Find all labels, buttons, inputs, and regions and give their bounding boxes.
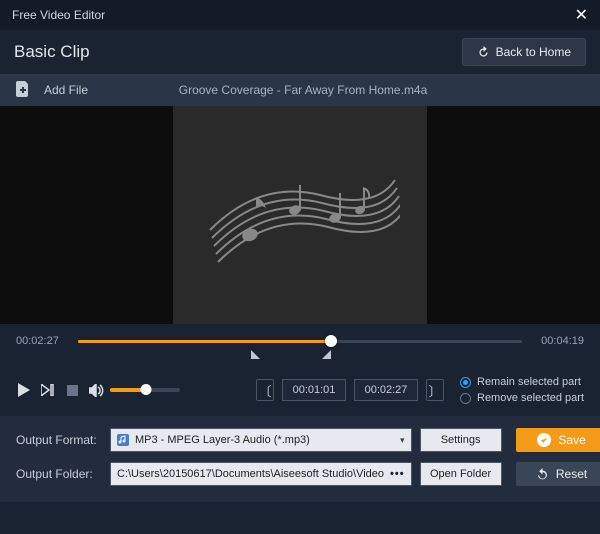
back-arrow-icon <box>477 46 490 59</box>
save-button[interactable]: Save <box>516 428 600 452</box>
current-filename: Groove Coverage - Far Away From Home.m4a <box>102 83 584 97</box>
clip-markers <box>78 350 522 364</box>
clip-start-marker[interactable] <box>251 350 260 359</box>
format-value: MP3 - MPEG Layer-3 Audio (*.mp3) <box>135 434 310 446</box>
output-folder-label: Output Folder: <box>16 467 102 481</box>
out-time-field[interactable]: 00:02:27 <box>354 379 418 401</box>
titlebar: Free Video Editor ✕ <box>0 0 600 30</box>
album-art <box>173 106 427 324</box>
radio-icon <box>460 393 471 404</box>
output-folder-field[interactable]: C:\Users\20150617\Documents\Aiseesoft St… <box>110 462 412 486</box>
remove-selected-radio[interactable]: Remove selected part <box>460 392 584 404</box>
page-title: Basic Clip <box>14 42 90 62</box>
add-file-icon[interactable] <box>16 81 30 100</box>
playback-controls: 〔 00:01:01 00:02:27 〕 Remain selected pa… <box>0 368 600 416</box>
header: Basic Clip Back to Home <box>0 30 600 74</box>
back-button-label: Back to Home <box>496 45 571 59</box>
check-icon <box>537 433 551 447</box>
output-format-label: Output Format: <box>16 433 102 447</box>
set-out-point-button[interactable]: 〕 <box>426 379 444 401</box>
remove-label: Remove selected part <box>477 392 584 404</box>
output-panel: Output Format: MP3 - MPEG Layer-3 Audio … <box>0 416 600 502</box>
in-time-field[interactable]: 00:01:01 <box>282 379 346 401</box>
browse-button[interactable]: ••• <box>390 468 405 480</box>
settings-button[interactable]: Settings <box>420 428 502 452</box>
reset-icon <box>536 468 549 481</box>
filebar: Add File Groove Coverage - Far Away From… <box>0 74 600 106</box>
time-total: 00:04:19 <box>532 335 584 347</box>
remain-label: Remain selected part <box>477 376 581 388</box>
save-label: Save <box>558 433 585 447</box>
timeline: 00:02:27 00:04:19 <box>0 324 600 368</box>
volume-slider[interactable] <box>110 388 180 392</box>
output-format-select[interactable]: MP3 - MPEG Layer-3 Audio (*.mp3) ▾ <box>110 428 412 452</box>
step-button[interactable] <box>40 382 56 398</box>
radio-icon <box>460 377 471 388</box>
clip-end-marker[interactable] <box>322 350 331 359</box>
add-file-label[interactable]: Add File <box>44 83 88 97</box>
preview-area <box>0 106 600 324</box>
remain-selected-radio[interactable]: Remain selected part <box>460 376 584 388</box>
folder-value: C:\Users\20150617\Documents\Aiseesoft St… <box>117 468 384 480</box>
close-icon[interactable]: ✕ <box>575 5 588 25</box>
music-notes-icon <box>200 140 400 290</box>
chevron-down-icon: ▾ <box>400 435 405 446</box>
stop-button[interactable] <box>64 382 80 398</box>
app-title: Free Video Editor <box>12 8 105 22</box>
seek-track[interactable] <box>78 334 522 348</box>
play-button[interactable] <box>16 382 32 398</box>
time-current: 00:02:27 <box>16 335 68 347</box>
back-to-home-button[interactable]: Back to Home <box>462 38 586 66</box>
open-folder-button[interactable]: Open Folder <box>420 462 502 486</box>
reset-label: Reset <box>556 467 587 481</box>
set-in-point-button[interactable]: 〔 <box>256 379 274 401</box>
reset-button[interactable]: Reset <box>516 462 600 486</box>
volume-icon[interactable] <box>88 382 104 398</box>
audio-format-icon <box>117 434 129 446</box>
